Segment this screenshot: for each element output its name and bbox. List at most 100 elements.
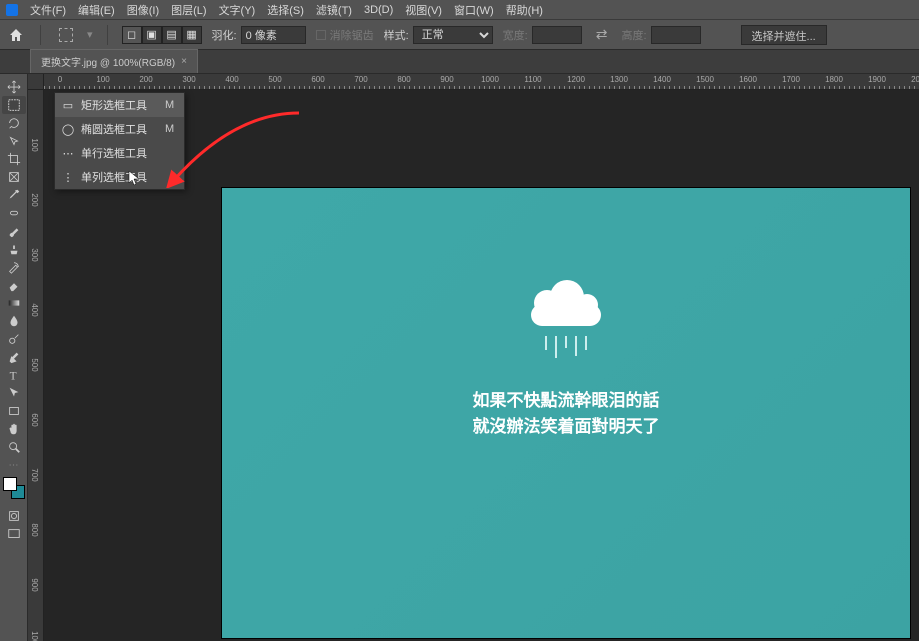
mode-add-icon[interactable]: ▣ [142, 26, 162, 44]
ruler-tick-label: 1300 [610, 75, 628, 84]
svg-text:T: T [9, 370, 16, 382]
menu-image[interactable]: 图像(I) [123, 0, 163, 20]
menu-help[interactable]: 帮助(H) [502, 0, 547, 20]
select-and-mask-button[interactable]: 选择并遮住... [741, 25, 827, 45]
ruler-vertical[interactable]: 1002003004005006007008009001000 [28, 90, 44, 641]
ruler-tick-label: 1400 [653, 75, 671, 84]
tool-zoom[interactable] [2, 438, 26, 456]
ruler-tick-label: 800 [397, 75, 410, 84]
document-tab-title: 更换文字.jpg @ 100%(RGB/8) [41, 54, 175, 69]
document-viewport: 0100200300400500600700800900100011001200… [28, 74, 919, 641]
feather-input[interactable] [241, 26, 306, 44]
menu-view[interactable]: 视图(V) [401, 0, 446, 20]
tool-quickmask[interactable] [2, 507, 26, 525]
ruler-tick-label: 500 [268, 75, 281, 84]
tool-rectangle[interactable] [2, 402, 26, 420]
ruler-tick-label: 2000 [911, 75, 919, 84]
ruler-tick-label: 600 [30, 413, 39, 426]
row-marquee-icon: ⋯ [61, 147, 75, 160]
mode-intersect-icon[interactable]: ▦ [182, 26, 202, 44]
menu-edit[interactable]: 编辑(E) [74, 0, 119, 20]
ruler-tick-label: 700 [354, 75, 367, 84]
fg-color-swatch[interactable] [3, 477, 17, 491]
flyout-ellipse-marquee[interactable]: ◯ 椭圆选框工具 M [55, 117, 184, 141]
menu-select[interactable]: 选择(S) [263, 0, 308, 20]
width-input [532, 26, 582, 44]
canvas[interactable]: 如果不快點流幹眼泪的話 就沒辦法笑着面對明天了 [222, 188, 910, 638]
menu-type[interactable]: 文字(Y) [215, 0, 260, 20]
tool-pen[interactable] [2, 348, 26, 366]
tool-spot-heal[interactable] [2, 204, 26, 222]
antialias-label: 消除锯齿 [330, 27, 374, 43]
mode-subtract-icon[interactable]: ▤ [162, 26, 182, 44]
ruler-tick-label: 1000 [30, 631, 39, 641]
menu-3d[interactable]: 3D(D) [360, 2, 397, 18]
tool-dodge[interactable] [2, 330, 26, 348]
ruler-tick-label: 900 [440, 75, 453, 84]
menu-window[interactable]: 窗口(W) [450, 0, 498, 20]
tool-hand[interactable] [2, 420, 26, 438]
swap-wh-icon: ⇄ [592, 26, 612, 43]
flyout-label: 椭圆选框工具 [81, 121, 147, 137]
menu-filter[interactable]: 滤镜(T) [312, 0, 356, 20]
tool-frame[interactable] [2, 168, 26, 186]
flyout-shortcut: M [153, 99, 174, 111]
selection-mode-group: ◻ ▣ ▤ ▦ [122, 26, 202, 44]
document-tab-bar: 更换文字.jpg @ 100%(RGB/8) × [0, 50, 919, 74]
ruler-tick-label: 600 [311, 75, 324, 84]
ruler-tick-label: 400 [225, 75, 238, 84]
marquee-tool-flyout: ▭ 矩形选框工具 M ◯ 椭圆选框工具 M ⋯ 单行选框工具 ⋮ 单列选框工具 [54, 92, 185, 190]
tool-type[interactable]: T [2, 366, 26, 384]
ruler-horizontal[interactable]: 0100200300400500600700800900100011001200… [44, 74, 919, 90]
flyout-rect-marquee[interactable]: ▭ 矩形选框工具 M [55, 93, 184, 117]
ruler-tick-label: 1800 [825, 75, 843, 84]
tool-crop[interactable] [2, 150, 26, 168]
ruler-tick-label: 200 [139, 75, 152, 84]
home-icon[interactable] [6, 25, 26, 45]
flyout-row-marquee[interactable]: ⋯ 单行选框工具 [55, 141, 184, 165]
ruler-tick-label: 1000 [481, 75, 499, 84]
tool-brush[interactable] [2, 222, 26, 240]
ruler-tick-label: 100 [30, 138, 39, 151]
flyout-label: 单行选框工具 [81, 145, 147, 161]
height-label: 高度: [621, 27, 646, 43]
tool-clone[interactable] [2, 240, 26, 258]
flyout-col-marquee[interactable]: ⋮ 单列选框工具 [55, 165, 184, 189]
tool-quick-select[interactable] [2, 132, 26, 150]
ruler-tick-label: 800 [30, 523, 39, 536]
ruler-tick-label: 500 [30, 358, 39, 371]
tool-path-select[interactable] [2, 384, 26, 402]
ruler-tick-label: 0 [58, 75, 62, 84]
rect-marquee-icon: ▭ [61, 99, 75, 112]
tool-blur[interactable] [2, 312, 26, 330]
close-tab-icon[interactable]: × [181, 56, 187, 67]
menu-file[interactable]: 文件(F) [26, 0, 70, 20]
ruler-tick-label: 1900 [868, 75, 886, 84]
ruler-corner [28, 74, 44, 90]
tool-palette: T ⋯ [0, 74, 28, 641]
color-swatches[interactable] [3, 477, 25, 499]
feather-label: 羽化: [212, 27, 237, 43]
marquee-current-icon[interactable] [59, 28, 73, 42]
canvas-scroll-area[interactable]: ▭ 矩形选框工具 M ◯ 椭圆选框工具 M ⋯ 单行选框工具 ⋮ 单列选框工具 [44, 90, 919, 641]
tool-eyedropper[interactable] [2, 186, 26, 204]
tool-lasso[interactable] [2, 114, 26, 132]
main-area: T ⋯ 010020030040050060070080090010001100… [0, 74, 919, 641]
mode-new-icon[interactable]: ◻ [122, 26, 142, 44]
menu-layer[interactable]: 图层(L) [167, 0, 210, 20]
document-tab[interactable]: 更换文字.jpg @ 100%(RGB/8) × [30, 49, 198, 73]
style-label: 样式: [384, 27, 409, 43]
tool-move[interactable] [2, 78, 26, 96]
tool-gradient[interactable] [2, 294, 26, 312]
flyout-shortcut: M [153, 123, 174, 135]
style-select[interactable]: 正常 [413, 26, 493, 44]
tool-history-brush[interactable] [2, 258, 26, 276]
width-label: 宽度: [503, 27, 528, 43]
tool-screenmode[interactable] [2, 525, 26, 543]
app-logo-icon [6, 4, 18, 16]
ruler-tick-label: 200 [30, 193, 39, 206]
tool-marquee[interactable] [2, 96, 26, 114]
tool-eraser[interactable] [2, 276, 26, 294]
ruler-tick-label: 900 [30, 578, 39, 591]
ruler-tick-label: 100 [96, 75, 109, 84]
